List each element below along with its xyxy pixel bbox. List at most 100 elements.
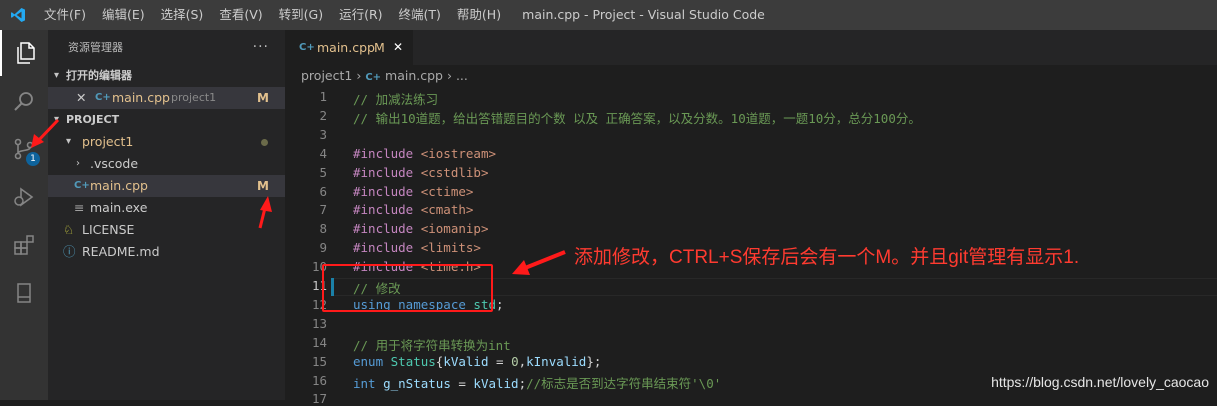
extensions-icon xyxy=(14,235,34,255)
code-token: , xyxy=(518,353,527,369)
code-line[interactable]: #include <cmath> xyxy=(353,202,473,217)
cpp-file-icon: C+ xyxy=(365,72,382,83)
code-token: <cmath> xyxy=(420,202,474,218)
breadcrumb-symbol[interactable]: ... xyxy=(456,68,468,83)
modified-dot-icon xyxy=(261,139,268,146)
code-line[interactable]: // 用于将字符串转换为int xyxy=(353,335,511,354)
tree-item-label: LICENSE xyxy=(82,222,135,237)
tab-main-cpp[interactable]: C+ main.cpp M ✕ xyxy=(285,30,413,65)
code-token: kInvalid xyxy=(526,353,587,369)
code-token: Status xyxy=(390,353,436,369)
tab-modified-badge: M xyxy=(374,40,385,55)
modified-badge: M xyxy=(257,179,269,193)
code-line[interactable]: #include <iomanip> xyxy=(353,221,488,236)
menu-help[interactable]: 帮助(H) xyxy=(449,0,509,30)
line-number: 13 xyxy=(311,315,327,331)
tree-folder-project1[interactable]: ▾ project1 xyxy=(48,131,285,153)
code-line[interactable]: #include <ctime> xyxy=(353,184,473,199)
close-icon[interactable]: ✕ xyxy=(76,87,86,109)
code-token: #include xyxy=(353,164,421,180)
code-token: <iostream> xyxy=(420,145,496,161)
tree-item-label: main.exe xyxy=(90,200,148,215)
vscode-logo-icon xyxy=(0,0,36,30)
chevron-right-icon: › xyxy=(76,158,80,169)
source-control-button[interactable]: 1 xyxy=(0,126,48,172)
tree-item-label: README.md xyxy=(82,244,160,259)
modified-badge: M xyxy=(257,91,269,105)
code-token: <iomanip> xyxy=(420,221,489,237)
line-number: 15 xyxy=(311,353,327,369)
code-line[interactable]: #include <limits> xyxy=(353,240,481,255)
code-token: }; xyxy=(586,353,602,369)
menu-view[interactable]: 查看(V) xyxy=(211,0,270,30)
remote-explorer-button[interactable] xyxy=(0,270,48,316)
code-token: // 加减法练习 xyxy=(353,92,439,107)
code-token: = xyxy=(488,353,512,369)
highlight-box xyxy=(322,264,493,312)
line-number: 5 xyxy=(319,164,327,180)
code-token: #include xyxy=(353,240,421,256)
breadcrumb-file[interactable]: main.cpp xyxy=(385,68,443,83)
code-token: g_nStatus xyxy=(383,375,451,391)
info-icon: ⓘ xyxy=(63,244,76,259)
tab-label: main.cpp xyxy=(317,40,375,55)
cpp-file-icon: C+ xyxy=(299,42,315,53)
open-editors-section[interactable]: ▾ 打开的编辑器 xyxy=(48,65,285,87)
explorer-sidebar: 资源管理器 ··· ▾ 打开的编辑器 ✕ C+ main.cpp project… xyxy=(48,30,285,400)
line-number: 9 xyxy=(319,240,327,256)
explorer-title: 资源管理器 xyxy=(68,41,123,54)
code-token: <ctime> xyxy=(420,183,474,199)
tab-close-icon[interactable]: ✕ xyxy=(393,30,403,65)
code-token: #include xyxy=(353,202,421,218)
menu-file[interactable]: 文件(F) xyxy=(36,0,94,30)
menu-bar: 文件(F) 编辑(E) 选择(S) 查看(V) 转到(G) 运行(R) 终端(T… xyxy=(36,0,509,30)
menu-selection[interactable]: 选择(S) xyxy=(153,0,212,30)
open-editor-folder: project1 xyxy=(171,91,217,104)
menu-go[interactable]: 转到(G) xyxy=(271,0,331,30)
menu-edit[interactable]: 编辑(E) xyxy=(94,0,153,30)
extensions-button[interactable] xyxy=(0,222,48,268)
open-editors-label: 打开的编辑器 xyxy=(66,69,132,82)
search-button[interactable] xyxy=(0,78,48,124)
editor-area: C+ main.cpp M ✕ project1 › C+ main.cpp ›… xyxy=(285,30,1217,406)
code-token: //标志是否到达字符串结束符'\0' xyxy=(526,375,722,391)
tree-file-main-cpp[interactable]: C+ main.cpp M xyxy=(48,175,285,197)
tree-file-license[interactable]: ♘ LICENSE xyxy=(48,219,285,241)
files-icon xyxy=(17,42,35,64)
menu-terminal[interactable]: 终端(T) xyxy=(391,0,449,30)
code-line[interactable]: #include <cstdlib> xyxy=(353,165,488,180)
code-token: #include xyxy=(353,183,421,199)
code-token: 0 xyxy=(511,353,519,369)
code-line[interactable]: enum Status{kValid = 0,kInvalid}; xyxy=(353,354,601,369)
chevron-down-icon: ▾ xyxy=(54,114,60,125)
code-token: int xyxy=(353,375,384,391)
code-line[interactable]: #include <iostream> xyxy=(353,146,496,161)
watermark: https://blog.csdn.net/lovely_caocao xyxy=(991,374,1209,390)
tree-file-readme[interactable]: ⓘ README.md xyxy=(48,241,285,263)
project-section[interactable]: ▾ PROJECT xyxy=(48,109,285,131)
run-debug-button[interactable] xyxy=(0,174,48,220)
chevron-right-icon: › xyxy=(356,68,366,83)
license-icon: ♘ xyxy=(63,222,75,237)
tree-folder-vscode[interactable]: › .vscode xyxy=(48,153,285,175)
annotation-text: 添加修改，CTRL+S保存后会有一个M。并且git管理有显示1. xyxy=(574,247,1080,268)
code-line[interactable]: // 输出10道题，给出答错题目的个数 以及 正确答案，以及分数。10道题，一题… xyxy=(353,108,921,127)
line-number: 6 xyxy=(319,183,327,199)
tree-file-main-exe[interactable]: ≡ main.exe xyxy=(48,197,285,219)
file-lines-icon: ≡ xyxy=(74,200,85,215)
line-number: 3 xyxy=(319,126,327,142)
code-token: // 用于将字符串转换为int xyxy=(353,337,511,353)
open-editor-item[interactable]: ✕ C+ main.cpp project1 M xyxy=(48,87,285,109)
more-actions-button[interactable]: ··· xyxy=(253,30,269,65)
code-token: ; xyxy=(518,375,527,391)
line-number: 2 xyxy=(319,107,327,123)
search-icon xyxy=(14,92,33,111)
code-token: #include xyxy=(353,221,421,237)
code-line[interactable]: int g_nStatus = kValid;//标志是否到达字符串结束符'\0… xyxy=(353,373,721,392)
code-line[interactable]: // 加减法练习 xyxy=(353,89,438,108)
breadcrumb-folder[interactable]: project1 xyxy=(301,68,352,83)
tree-item-label: .vscode xyxy=(90,156,139,171)
explorer-button[interactable] xyxy=(0,30,48,76)
menu-run[interactable]: 运行(R) xyxy=(331,0,390,30)
line-number: 16 xyxy=(311,372,327,388)
